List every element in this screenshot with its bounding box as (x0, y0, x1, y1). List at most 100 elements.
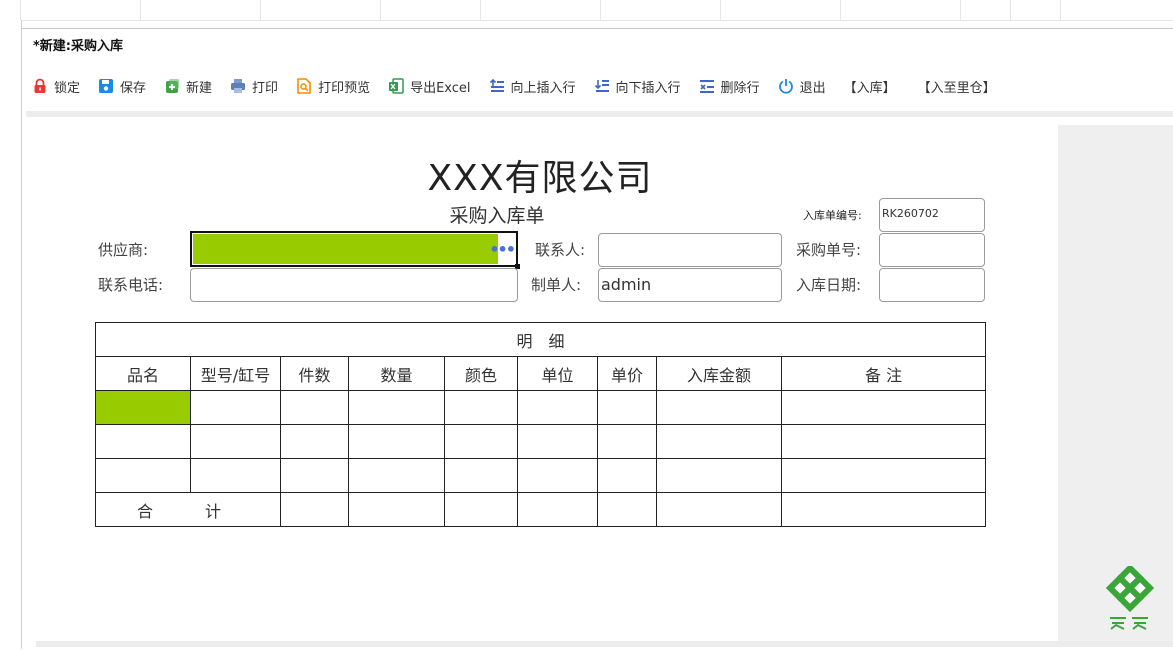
supplier-field[interactable]: ••• (190, 231, 520, 269)
insert-row-below-label: 向下插入行 (615, 80, 681, 96)
table-cell[interactable] (444, 390, 518, 425)
date-field[interactable] (879, 268, 985, 302)
phone-label: 联系电话: (98, 276, 164, 294)
table-cell[interactable] (517, 390, 598, 425)
table-cell-selected[interactable] (95, 390, 191, 425)
right-pane (1058, 125, 1173, 641)
column-divider (960, 0, 961, 20)
print-icon (230, 78, 246, 94)
table-cell[interactable] (95, 458, 191, 493)
header-cell: 备 注 (780, 356, 987, 391)
print-preview-label: 打印预览 (318, 80, 371, 96)
po-no-field[interactable] (879, 233, 985, 267)
table-cell[interactable] (444, 424, 518, 459)
phone-field[interactable] (190, 268, 518, 302)
table-row (95, 424, 987, 459)
insert-row-below-icon (594, 78, 610, 94)
table-cell[interactable] (597, 458, 657, 493)
column-divider (1010, 0, 1011, 20)
table-cell[interactable] (95, 424, 191, 459)
table-row (95, 390, 987, 425)
delete-row-icon (699, 78, 715, 94)
insert-row-above-icon (489, 78, 505, 94)
date-label: 入库日期: (796, 276, 862, 294)
table-cell[interactable] (190, 390, 281, 425)
exit-label: 退出 (799, 80, 826, 96)
total-cell (280, 492, 349, 527)
excel-icon (388, 78, 404, 94)
column-divider (1060, 0, 1061, 20)
table-cell[interactable] (190, 424, 281, 459)
table-cell[interactable] (280, 458, 349, 493)
stock-in-button[interactable]: 【入库】 (844, 77, 896, 96)
contact-label: 联系人: (535, 241, 586, 259)
table-cell[interactable] (656, 390, 782, 425)
column-divider (140, 0, 141, 20)
total-cell (780, 492, 987, 527)
header-cell: 单价 (597, 356, 657, 391)
more-options-icon[interactable]: ••• (489, 240, 516, 259)
table-cell[interactable] (656, 424, 782, 459)
save-button[interactable]: 保存 (98, 77, 146, 96)
lock-icon (32, 78, 48, 94)
new-button[interactable]: 新建 (164, 77, 212, 96)
print-preview-icon (296, 78, 312, 94)
header-cell: 型号/缸号 (190, 356, 281, 391)
company-name: XXX有限公司 (427, 158, 653, 199)
delete-row-label: 删除行 (720, 80, 760, 96)
receipt-no-field[interactable]: RK260702 (879, 198, 985, 232)
table-cell[interactable] (780, 458, 987, 493)
supplier-value (193, 234, 498, 264)
header-cell: 颜色 (444, 356, 518, 391)
table-row (95, 458, 987, 493)
column-divider (840, 0, 841, 20)
table-cell[interactable] (780, 390, 987, 425)
total-cell (597, 492, 657, 527)
delete-row-button[interactable]: 删除行 (699, 77, 760, 96)
stock-in-inner-warehouse-button[interactable]: 【入至里仓】 (918, 77, 996, 96)
new-icon (164, 78, 180, 94)
total-cell (656, 492, 782, 527)
header-cell: 单位 (517, 356, 598, 391)
exit-button[interactable]: 退出 (778, 77, 826, 96)
print-preview-button[interactable]: 打印预览 (296, 77, 370, 96)
power-icon (778, 78, 794, 94)
table-cell[interactable] (597, 390, 657, 425)
insert-row-above-button[interactable]: 向上插入行 (489, 77, 576, 96)
header-row: 品名 型号/缸号 件数 数量 颜色 单位 单价 入库金额 备 注 (95, 356, 987, 391)
total-label: 合 计 (95, 492, 281, 527)
toolbar-divider (26, 111, 1173, 117)
table-cell[interactable] (656, 458, 782, 493)
lock-button[interactable]: 锁定 (32, 77, 80, 96)
table-cell[interactable] (444, 458, 518, 493)
bottom-divider (36, 641, 1173, 647)
supplier-label: 供应商: (98, 241, 149, 259)
window-title: *新建:采购入库 (33, 39, 123, 54)
table-cell[interactable] (348, 458, 445, 493)
insert-row-below-button[interactable]: 向下插入行 (594, 77, 681, 96)
contact-field[interactable] (598, 233, 782, 267)
table-cell[interactable] (280, 390, 349, 425)
table-cell[interactable] (348, 424, 445, 459)
table-cell[interactable] (517, 458, 598, 493)
receipt-no-label: 入库单编号: (803, 209, 862, 222)
table-cell[interactable] (597, 424, 657, 459)
table-cell[interactable] (780, 424, 987, 459)
total-cell (348, 492, 445, 527)
save-icon (98, 78, 114, 94)
top-strip (0, 0, 1173, 21)
save-label: 保存 (120, 80, 147, 96)
stock-in-label: 【入库】 (843, 80, 896, 96)
purchase-receipt-window: *新建:采购入库 锁定 保存 新建 打印 打印预览 导出Excel 向上插入行 … (22, 28, 1173, 650)
table-cell[interactable] (280, 424, 349, 459)
total-row: 合 计 (95, 492, 987, 527)
maker-field[interactable]: admin (598, 268, 782, 302)
header-cell: 品名 (95, 356, 191, 391)
detail-caption: 明 细 (94, 322, 987, 357)
print-button[interactable]: 打印 (230, 77, 278, 96)
table-cell[interactable] (517, 424, 598, 459)
table-cell[interactable] (348, 390, 445, 425)
column-divider (260, 0, 261, 20)
table-cell[interactable] (190, 458, 281, 493)
export-excel-button[interactable]: 导出Excel (388, 77, 471, 96)
